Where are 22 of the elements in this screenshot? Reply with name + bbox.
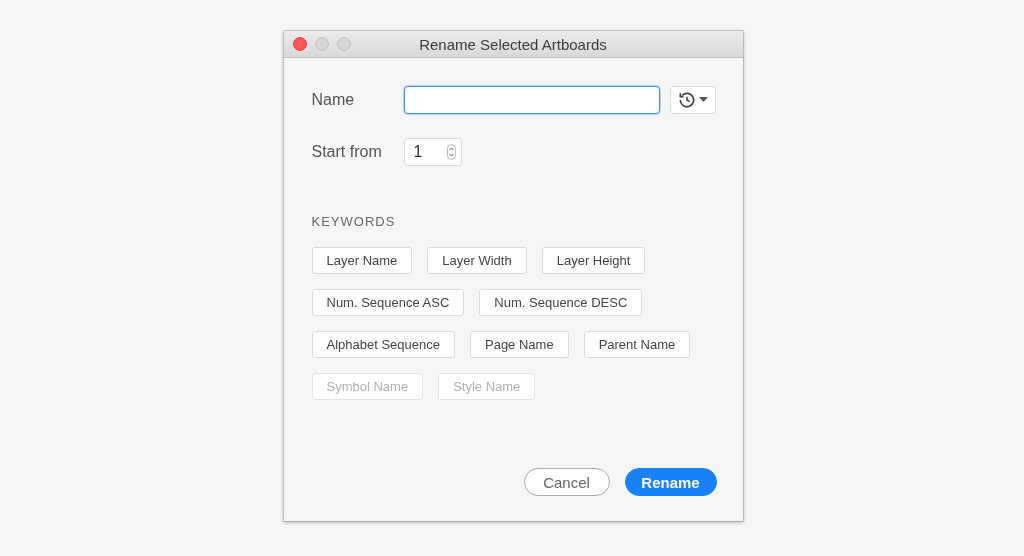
window-title: Rename Selected Artboards bbox=[418, 35, 608, 53]
cancel-button[interactable]: Cancel bbox=[523, 468, 610, 496]
name-field[interactable] bbox=[403, 86, 660, 114]
rename-button[interactable]: Rename bbox=[624, 468, 717, 496]
start-from-stepper[interactable]: 1 bbox=[403, 138, 462, 166]
keyword-button[interactable]: Alphabet Sequence bbox=[311, 331, 455, 358]
start-from-label: Start from bbox=[311, 143, 383, 161]
stepper-arrows-icon[interactable] bbox=[446, 144, 456, 160]
history-icon bbox=[677, 90, 697, 110]
keyword-button[interactable]: Page Name bbox=[470, 331, 569, 358]
name-label: Name bbox=[311, 91, 356, 109]
keyword-button[interactable]: Parent Name bbox=[583, 331, 691, 358]
caret-icon bbox=[699, 97, 708, 103]
keyword-button[interactable]: Layer Width bbox=[427, 247, 527, 274]
keyword-button[interactable]: Num. Sequence ASC bbox=[311, 289, 465, 316]
history-button[interactable] bbox=[669, 86, 716, 114]
keyword-button[interactable]: Layer Height bbox=[541, 247, 646, 274]
stepper-value: 1 bbox=[413, 143, 423, 161]
keyword-button[interactable]: Layer Name bbox=[311, 247, 413, 274]
close-icon[interactable] bbox=[292, 37, 307, 51]
keyword-button[interactable]: Num. Sequence DESC bbox=[479, 289, 643, 316]
keywords-heading: KEYWORDS bbox=[311, 214, 397, 229]
